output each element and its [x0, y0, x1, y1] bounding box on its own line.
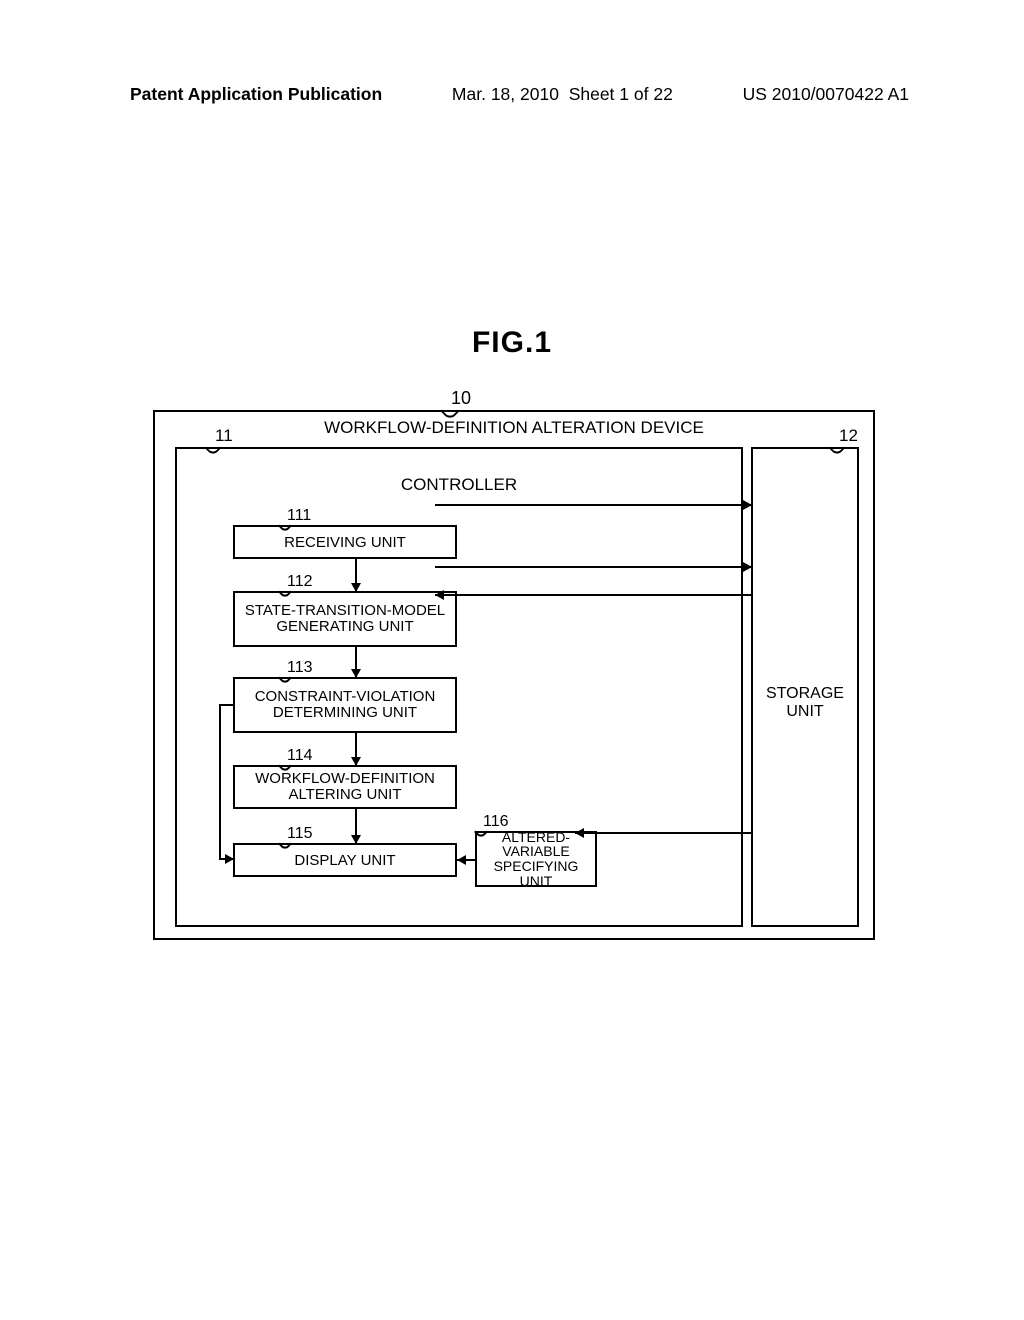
ref-num-115: 115: [287, 825, 313, 843]
arrow-left-icon: [457, 855, 466, 865]
ref-num-111: 111: [287, 507, 311, 525]
unit-label: DISPLAY UNIT: [294, 852, 395, 869]
ref-num-113: 113: [287, 659, 313, 677]
arrow-left-icon: [435, 590, 444, 600]
arrow-down-icon: [351, 757, 361, 766]
header-publication-number: US 2010/0070422 A1: [743, 84, 909, 105]
header-date-sheet: Mar. 18, 2010 Sheet 1 of 22: [452, 84, 673, 105]
altered-variable-specifying-unit-box: ALTERED-VARIABLE SPECIFYING UNIT: [475, 831, 597, 887]
workflow-definition-altering-unit-box: WORKFLOW-DEFINITION ALTERING UNIT: [233, 765, 457, 809]
unit-label: CONSTRAINT-VIOLATION DETERMINING UNIT: [235, 689, 455, 721]
connector-line: [435, 566, 751, 568]
page-header: Patent Application Publication Mar. 18, …: [0, 84, 1024, 105]
arrow-left-icon: [575, 828, 584, 838]
ref-num-12: 12: [839, 426, 858, 446]
connector-line: [219, 704, 221, 860]
unit-label: ALTERED-VARIABLE SPECIFYING UNIT: [477, 830, 595, 889]
storage-unit-box: STORAGEUNIT: [751, 447, 859, 927]
ref-num-112: 112: [287, 573, 313, 591]
diagram-device: 10 WORKFLOW-DEFINITION ALTERATION DEVICE…: [153, 410, 875, 940]
storage-label: STORAGEUNIT: [753, 685, 857, 720]
connector-line: [575, 832, 751, 834]
unit-label: STATE-TRANSITION-MODEL GENERATING UNIT: [235, 603, 455, 635]
connector-line: [435, 504, 751, 506]
arrow-down-icon: [351, 669, 361, 678]
arrow-down-icon: [351, 583, 361, 592]
receiving-unit-box: RECEIVING UNIT: [233, 525, 457, 559]
figure-title: FIG.1: [0, 326, 1024, 360]
connector-line: [435, 594, 751, 596]
constraint-violation-determining-unit-box: CONSTRAINT-VIOLATION DETERMINING UNIT: [233, 677, 457, 733]
connector-line: [219, 704, 233, 706]
unit-label: RECEIVING UNIT: [284, 534, 406, 551]
header-publication: Patent Application Publication: [130, 84, 382, 105]
device-label: WORKFLOW-DEFINITION ALTERATION DEVICE: [155, 418, 873, 438]
controller-label: CONTROLLER: [177, 475, 741, 495]
unit-label: WORKFLOW-DEFINITION ALTERING UNIT: [235, 771, 455, 803]
ref-num-11: 11: [215, 426, 233, 446]
arrow-right-icon: [225, 854, 234, 864]
state-transition-model-generating-unit-box: STATE-TRANSITION-MODEL GENERATING UNIT: [233, 591, 457, 647]
arrow-down-icon: [351, 835, 361, 844]
controller-box: CONTROLLER 111 RECEIVING UNIT 112 STATE-…: [175, 447, 743, 927]
display-unit-box: DISPLAY UNIT: [233, 843, 457, 877]
ref-num-114: 114: [287, 747, 313, 765]
